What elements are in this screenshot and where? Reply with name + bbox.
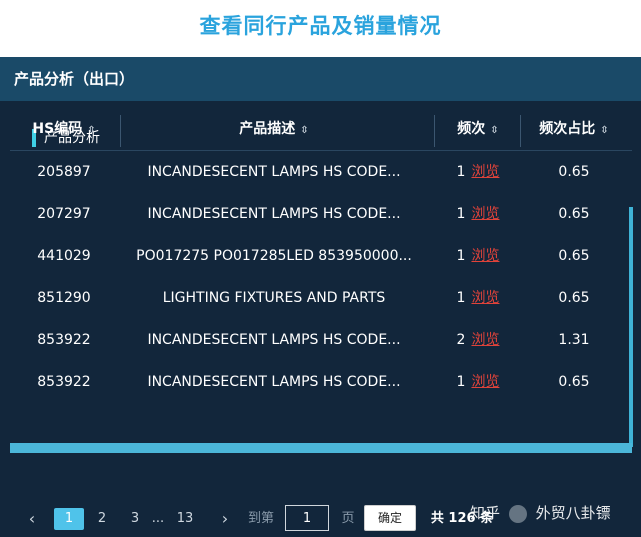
frequency-value: 1 (456, 206, 466, 222)
description-cell: INCANDESECENT LAMPS HS CODE... (147, 164, 401, 180)
frequency-cell: 1 浏览 (438, 151, 518, 193)
table-body: 205897 INCANDESECENT LAMPS HS CODE... 1 浏览 0… (10, 151, 632, 443)
hs-code-cell: 441029 (37, 248, 91, 264)
browse-link[interactable]: 浏览 (471, 290, 499, 306)
sort-updown-icon[interactable]: ⇳ (300, 125, 308, 136)
description-cell: INCANDESECENT LAMPS HS CODE... (147, 332, 401, 348)
frequency-value: 2 (456, 332, 466, 348)
sort-updown-icon[interactable]: ⇳ (600, 125, 608, 136)
description-cell: LIGHTING FIXTURES AND PARTS (162, 290, 386, 306)
frequency-cell: 1 浏览 (438, 235, 518, 277)
browse-link[interactable]: 浏览 (471, 164, 499, 180)
table-row[interactable]: 207297 INCANDESECENT LAMPS HS CODE... 1 浏览 0… (10, 193, 632, 235)
frequency-value: 1 (456, 248, 466, 264)
column-divider (434, 115, 435, 147)
sort-updown-icon[interactable]: ⇳ (87, 125, 95, 136)
description-cell: INCANDESECENT LAMPS HS CODE... (147, 374, 401, 390)
table-row[interactable]: 853922 INCANDESECENT LAMPS HS CODE... 2 浏览 1… (10, 319, 632, 361)
chevron-left-icon[interactable]: ‹ (24, 508, 40, 530)
page-button-3[interactable]: 3 (125, 508, 145, 530)
goto-page-input[interactable] (285, 505, 329, 531)
ratio-cell: 0.65 (558, 290, 590, 306)
ratio-cell: 0.65 (558, 206, 590, 222)
table-row[interactable]: 851290 LIGHTING FIXTURES AND PARTS 1 浏览 0.65 (10, 277, 632, 319)
frequency-cell: 1 浏览 (438, 277, 518, 319)
page-unit-label: 页 (341, 511, 355, 526)
column-header-freq[interactable]: 频次 ⇳ (438, 107, 518, 151)
ratio-cell: 0.65 (558, 374, 590, 390)
column-header-ratio[interactable]: 频次占比 ⇳ (524, 107, 624, 151)
frequency-value: 1 (456, 374, 466, 390)
description-cell: PO017275 PO017285LED 853950000... (136, 248, 412, 264)
frequency-cell: 2 浏览 (438, 319, 518, 361)
page-button-last[interactable]: 13 (172, 508, 198, 530)
hs-code-cell: 853922 (37, 374, 91, 390)
column-header-desc[interactable]: 产品描述 ⇳ (124, 107, 424, 151)
hs-code-cell: 851290 (37, 290, 91, 306)
frequency-cell: 1 浏览 (438, 361, 518, 403)
hs-code-cell: 205897 (37, 164, 91, 180)
description-cell: INCANDESECENT LAMPS HS CODE... (147, 206, 401, 222)
hs-code-cell: 853922 (37, 332, 91, 348)
table-row[interactable]: 853922 INCANDESECENT LAMPS HS CODE... 1 浏览 0… (10, 361, 632, 403)
table-row[interactable]: 441029 PO017275 PO017285LED 853950000... 1… (10, 235, 632, 277)
page-ellipsis: ... (151, 511, 165, 526)
chevron-right-icon[interactable]: › (217, 508, 233, 530)
hs-code-cell: 207297 (37, 206, 91, 222)
watermark-brand: 知乎 (470, 504, 501, 522)
confirm-button[interactable]: 确定 (364, 505, 416, 531)
frequency-value: 1 (456, 290, 466, 306)
column-divider (120, 115, 121, 147)
table-header: HS编码 ⇳ 产品描述 ⇳ 频次 ⇳ 频次占比 ⇳ (10, 107, 632, 151)
column-header-hs[interactable]: HS编码 ⇳ (10, 107, 118, 151)
watermark: 知乎 外贸八卦镖 (470, 501, 611, 525)
table-row[interactable]: 205897 INCANDESECENT LAMPS HS CODE... 1 浏览 0… (10, 151, 632, 193)
column-divider (520, 115, 521, 147)
horizontal-scrollbar[interactable] (10, 443, 632, 453)
page-button-2[interactable]: 2 (92, 508, 112, 530)
ratio-cell: 0.65 (558, 164, 590, 180)
browse-link[interactable]: 浏览 (471, 248, 499, 264)
ratio-cell: 0.65 (558, 248, 590, 264)
product-table: HS编码 ⇳ 产品描述 ⇳ 频次 ⇳ 频次占比 ⇳ (10, 107, 632, 151)
ratio-cell: 1.31 (558, 332, 590, 348)
frequency-value: 1 (456, 164, 466, 180)
browse-link[interactable]: 浏览 (471, 206, 499, 222)
vertical-scrollbar[interactable] (629, 207, 633, 447)
browse-link[interactable]: 浏览 (471, 332, 499, 348)
sort-updown-icon[interactable]: ⇳ (490, 125, 498, 136)
panel-header: 产品分析（出口） (0, 57, 641, 101)
page-button-1[interactable]: 1 (54, 508, 84, 530)
wechat-icon (508, 504, 527, 523)
watermark-author: 外贸八卦镖 (535, 504, 611, 522)
frequency-cell: 1 浏览 (438, 193, 518, 235)
page-title: 查看同行产品及销量情况 (199, 14, 442, 38)
browse-link[interactable]: 浏览 (471, 374, 499, 390)
goto-label: 到第 (247, 511, 274, 526)
